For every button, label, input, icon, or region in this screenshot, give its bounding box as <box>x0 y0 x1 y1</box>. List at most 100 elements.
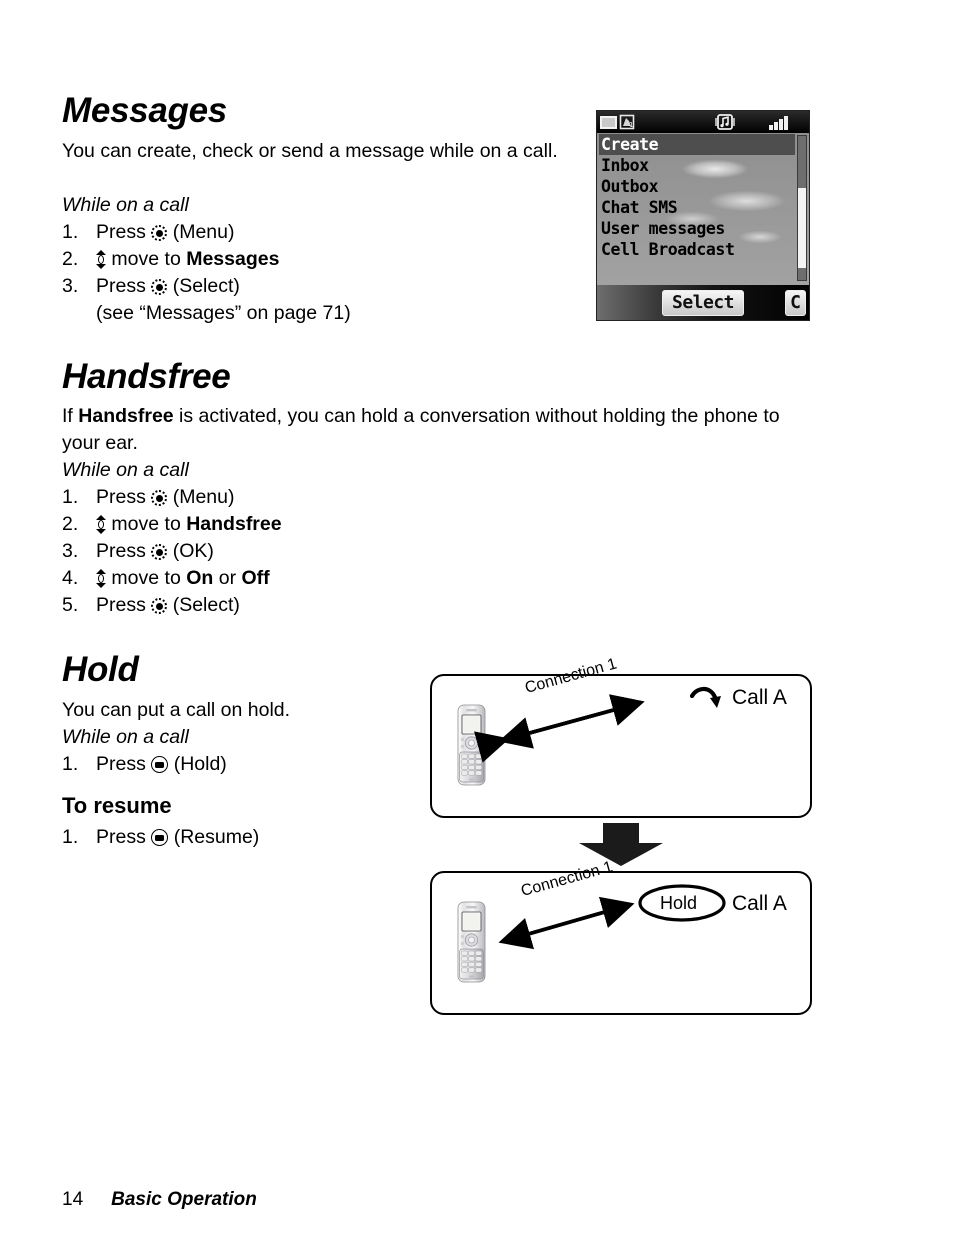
step-number: 1. <box>62 486 79 508</box>
step-target-off: Off <box>241 567 270 589</box>
step-suffix: (Select) <box>172 594 240 616</box>
music-tone-icon <box>715 114 735 130</box>
messages-condition: While on a call <box>62 194 189 216</box>
step-target: Messages <box>186 248 280 270</box>
page-number: 14 <box>62 1189 84 1210</box>
step-suffix: (Resume) <box>173 826 260 848</box>
step-verb: Press <box>96 486 146 508</box>
step-verb: Press <box>96 221 146 243</box>
soft-key-icon <box>151 756 169 773</box>
handsfree-intro: If Handsfree is activated, you can hold … <box>62 403 792 457</box>
handsfree-intro-pre: If <box>62 405 79 427</box>
step-number: 3. <box>62 275 79 297</box>
menu-item-outbox[interactable]: Outbox <box>599 176 809 197</box>
hold-heading: Hold <box>62 650 139 689</box>
handsfree-steps: 1. Press (Menu) 2. move to Handsfree 3. Pr… <box>62 484 282 619</box>
step-verb: Press <box>96 275 146 297</box>
messages-intro: You can create, check or send a message … <box>62 140 558 162</box>
step-number: 1. <box>62 753 79 775</box>
list-item: 3. Press (OK) <box>62 538 282 565</box>
step-suffix: (Menu) <box>172 486 235 508</box>
step-verb: Press <box>96 826 146 848</box>
step-number: 1. <box>62 826 79 848</box>
center-select-key-icon <box>151 544 168 560</box>
list-item: 1. Press (Resume) <box>62 824 259 851</box>
softkey-select-button[interactable]: Select <box>661 289 745 316</box>
resume-steps: 1. Press (Resume) <box>62 824 259 851</box>
menu-item-cell-broadcast[interactable]: Cell Broadcast <box>599 239 809 260</box>
down-arrow-icon <box>430 823 812 867</box>
step-suffix: (Select) <box>172 275 240 297</box>
step-suffix: move to <box>111 513 181 535</box>
center-select-key-icon <box>151 279 168 295</box>
step-suffix: (Menu) <box>172 221 235 243</box>
phone-status-bar: 1 <box>597 111 809 133</box>
list-item: 5. Press (Select) <box>62 592 282 619</box>
step-number: 3. <box>62 540 79 562</box>
step-suffix: (OK) <box>172 540 214 562</box>
footer-section-name: Basic Operation <box>111 1189 257 1210</box>
phone-menu-list: Create Inbox Outbox Chat SMS User messag… <box>597 133 809 285</box>
diagram-box-active-call: Connection 1 Call A <box>430 655 812 818</box>
list-item: 1. Press (Menu) <box>62 484 282 511</box>
up-down-navigation-key-icon <box>96 515 106 534</box>
list-item: 1. Press (Hold) <box>62 751 227 778</box>
svg-text:1: 1 <box>629 121 633 129</box>
hold-intro: You can put a call on hold. <box>62 699 291 721</box>
document-page: Messages You can create, check or send a… <box>0 0 954 1245</box>
hold-steps: 1. Press (Hold) <box>62 751 227 778</box>
step-verb: Press <box>96 753 146 775</box>
step-verb: Press <box>96 540 146 562</box>
step-suffix: move to <box>111 248 181 270</box>
up-down-navigation-key-icon <box>96 569 106 588</box>
signal-strength-icon <box>769 114 805 130</box>
step-suffix: move to <box>111 567 181 589</box>
center-select-key-icon <box>151 225 168 241</box>
sim-card-1-icon: 1 <box>619 114 635 130</box>
menu-item-chat-sms[interactable]: Chat SMS <box>599 197 809 218</box>
step-target: Handsfree <box>186 513 282 535</box>
center-select-key-icon <box>151 598 168 614</box>
list-item-continuation: (see “Messages” on page 71) <box>62 300 351 327</box>
step-number: 5. <box>62 594 79 616</box>
list-item: 2. move to Handsfree <box>62 511 282 538</box>
messages-steps: 1. Press (Menu) 2. move to Messages 3. Pre… <box>62 219 351 327</box>
menu-item-user-messages[interactable]: User messages <box>599 218 809 239</box>
call-a-label-box2: Call A <box>732 892 787 915</box>
messages-heading: Messages <box>62 91 227 130</box>
page-footer: 14 Basic Operation <box>62 1189 257 1211</box>
handsfree-intro-bold: Handsfree <box>78 405 174 427</box>
handsfree-condition: While on a call <box>62 459 189 481</box>
handsfree-heading: Handsfree <box>62 357 231 396</box>
center-select-key-icon <box>151 490 168 506</box>
menu-item-create[interactable]: Create <box>599 134 795 155</box>
step-verb: Press <box>96 594 146 616</box>
up-down-navigation-key-icon <box>96 250 106 269</box>
list-item: 4. move to On or Off <box>62 565 282 592</box>
list-item: 3. Press (Select) <box>62 273 351 300</box>
curved-call-arrow-icon <box>690 686 721 708</box>
messages-cross-reference: (see “Messages” on page 71) <box>96 302 351 324</box>
phone-screenshot-messages-menu: 1 Create Inbox Outbox Chat SMS User mess… <box>596 110 810 321</box>
hold-state-label: Hold <box>660 893 698 913</box>
to-resume-subheading: To resume <box>62 793 172 818</box>
hold-condition: While on a call <box>62 726 189 748</box>
scrollbar[interactable] <box>797 135 807 281</box>
step-number: 1. <box>62 221 79 243</box>
list-item: 2. move to Messages <box>62 246 351 273</box>
list-item: 1. Press (Menu) <box>62 219 351 246</box>
soft-key-icon <box>151 829 169 846</box>
step-number: 2. <box>62 513 79 535</box>
battery-icon <box>600 115 617 129</box>
phone-softkey-bar: Select C <box>597 285 809 320</box>
softkey-clear-button[interactable]: C <box>785 289 806 316</box>
hold-call-flow-diagram: Connection 1 Call A Connection 1 Hold Ca… <box>430 655 812 1015</box>
diagram-box-held-call: Connection 1 Hold Call A <box>430 858 812 1015</box>
step-target-on: On <box>186 567 214 589</box>
call-a-label-box1: Call A <box>732 686 787 709</box>
step-conjunction: or <box>218 567 237 589</box>
step-number: 2. <box>62 248 79 270</box>
step-suffix: (Hold) <box>173 753 227 775</box>
menu-item-inbox[interactable]: Inbox <box>599 155 809 176</box>
step-number: 4. <box>62 567 79 589</box>
